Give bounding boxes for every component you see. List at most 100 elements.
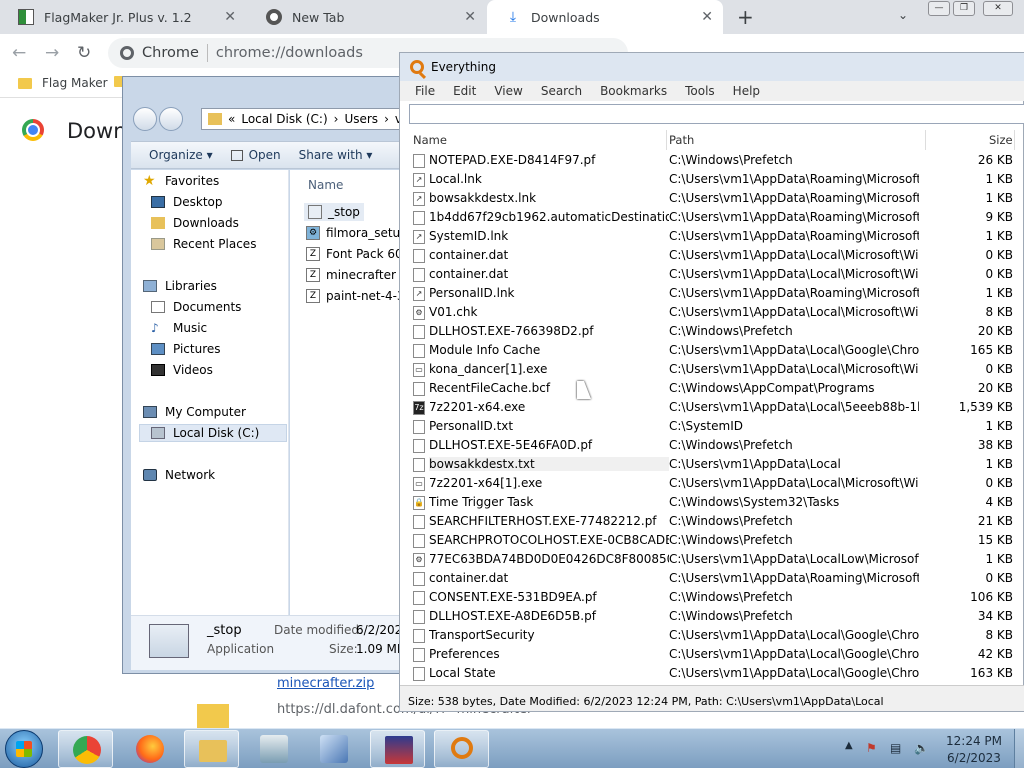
close-icon[interactable]: ✕ [224, 9, 236, 25]
action-center-flag-icon[interactable]: ⚑ [866, 741, 880, 755]
result-row[interactable]: DLLHOST.EXE-766398D2.pf C:\Windows\Prefet… [409, 322, 1024, 341]
start-button[interactable] [5, 730, 43, 768]
taskbar-installer[interactable] [246, 730, 301, 768]
result-row[interactable]: ▭ 7z2201-x64[1].exe C:\Users\vm1\AppData\L… [409, 474, 1024, 493]
maximize-button[interactable]: ❐ [953, 1, 975, 16]
breadcrumb-users[interactable]: Users [344, 112, 378, 126]
breadcrumb-overflow[interactable]: « [228, 112, 235, 126]
nav-libraries[interactable]: Libraries [143, 277, 217, 295]
taskbar-explorer[interactable] [184, 730, 239, 768]
result-name: NOTEPAD.EXE-D8414F97.pf [429, 153, 596, 167]
show-hidden-icons-icon[interactable]: ▲ [845, 740, 853, 751]
result-row[interactable]: SEARCHPROTOCOLHOST.EXE-0CB8CADE... C:\Win… [409, 531, 1024, 550]
tab-flagmaker[interactable]: FlagMaker Jr. Plus v. 1.2 ✕ [0, 0, 246, 34]
nav-documents[interactable]: Documents [151, 298, 241, 316]
tab-new-tab[interactable]: New Tab ✕ [248, 0, 486, 34]
result-row[interactable]: 7z 7z2201-x64.exe C:\Users\vm1\AppData\Loc… [409, 398, 1024, 417]
file-item[interactable]: _stop [304, 203, 364, 221]
back-icon[interactable]: ← [12, 43, 26, 63]
result-row[interactable]: ↗ PersonalID.lnk C:\Users\vm1\AppData\Roam… [409, 284, 1024, 303]
result-row[interactable]: container.dat C:\Users\vm1\AppData\Roamin… [409, 569, 1024, 588]
menu-help[interactable]: Help [733, 84, 760, 98]
tab-downloads[interactable]: ⤓ Downloads ✕ [487, 0, 723, 34]
file-item[interactable]: ⚙ filmora_setup [306, 224, 408, 242]
nav-favorites[interactable]: ★ Favorites [143, 172, 219, 190]
result-row[interactable]: 1b4dd67f29cb1962.automaticDestinations..… [409, 208, 1024, 227]
breadcrumb-local-disk[interactable]: Local Disk (C:) [241, 112, 327, 126]
explorer-address-bar[interactable]: « Local Disk (C:) › Users › vm [201, 108, 431, 130]
nav-recent-places[interactable]: Recent Places [151, 235, 256, 253]
nav-videos[interactable]: Videos [151, 361, 213, 379]
result-name: Time Trigger Task [429, 495, 534, 509]
clock-date[interactable]: 6/2/2023 [944, 751, 1004, 765]
result-row[interactable]: DLLHOST.EXE-A8DE6D5B.pf C:\Windows\Prefet… [409, 607, 1024, 626]
result-row[interactable]: ↗ SystemID.lnk C:\Users\vm1\AppData\Roamin… [409, 227, 1024, 246]
nav-pictures[interactable]: Pictures [151, 340, 221, 358]
result-row[interactable]: CONSENT.EXE-531BD9EA.pf C:\Windows\Prefet… [409, 588, 1024, 607]
result-row[interactable]: ▭ kona_dancer[1].exe C:\Users\vm1\AppData\… [409, 360, 1024, 379]
result-row[interactable]: RecentFileCache.bcf C:\Windows\AppCompat\… [409, 379, 1024, 398]
result-row[interactable]: container.dat C:\Users\vm1\AppData\Local\… [409, 265, 1024, 284]
tab-search-chevron-icon[interactable]: ⌄ [898, 8, 908, 22]
result-row[interactable]: TransportSecurity C:\Users\vm1\AppData\Lo… [409, 626, 1024, 645]
nav-my-computer[interactable]: My Computer [143, 403, 246, 421]
organize-button[interactable]: Organize ▾ [149, 148, 213, 162]
taskbar-flagmaker[interactable] [370, 730, 425, 768]
download-file-link[interactable]: minecrafter.zip [277, 676, 374, 691]
result-row[interactable]: ↗ Local.lnk C:\Users\vm1\AppData\Roaming\M… [409, 170, 1024, 189]
nav-music[interactable]: ♪ Music [151, 319, 207, 337]
magnifier-icon [451, 737, 473, 759]
search-input[interactable] [409, 104, 1024, 124]
result-row[interactable]: PersonalID.txt C:\SystemID 1 KB [409, 417, 1024, 436]
menu-edit[interactable]: Edit [453, 84, 476, 98]
close-icon[interactable]: ✕ [701, 9, 713, 25]
network-icon[interactable]: ▤ [890, 741, 904, 755]
show-desktop-button[interactable] [1014, 729, 1024, 768]
menu-file[interactable]: File [415, 84, 435, 98]
result-row[interactable]: DLLHOST.EXE-5E46FA0D.pf C:\Windows\Prefet… [409, 436, 1024, 455]
close-window-button[interactable]: ✕ [983, 1, 1013, 16]
result-row[interactable]: 🔒 Time Trigger Task C:\Windows\System32\Ta… [409, 493, 1024, 512]
column-header-name[interactable]: Name [413, 133, 447, 147]
nav-downloads[interactable]: Downloads [151, 214, 239, 232]
menu-view[interactable]: View [494, 84, 522, 98]
result-row[interactable]: Module Info Cache C:\Users\vm1\AppData\Lo… [409, 341, 1024, 360]
taskbar-everything[interactable] [434, 730, 489, 768]
file-item[interactable]: Zpaint-net-4-3 [306, 287, 405, 305]
volume-muted-icon[interactable]: 🔈 [914, 741, 929, 755]
menu-tools[interactable]: Tools [685, 84, 715, 98]
result-row[interactable]: Preferences C:\Users\vm1\AppData\Local\Go… [409, 645, 1024, 664]
taskbar-chrome[interactable] [58, 730, 113, 768]
open-button[interactable]: Open [230, 148, 281, 162]
result-row[interactable]: NOTEPAD.EXE-D8414F97.pf C:\Windows\Prefet… [409, 151, 1024, 170]
new-tab-button[interactable]: + [737, 5, 754, 29]
result-row[interactable]: ⚙ V01.chk C:\Users\vm1\AppData\Local\Micro… [409, 303, 1024, 322]
result-row[interactable]: ⚙ 77EC63BDA74BD0D0E0426DC8F8008506 C:\User… [409, 550, 1024, 569]
result-row[interactable]: container.dat C:\Users\vm1\AppData\Local\… [409, 246, 1024, 265]
menu-bookmarks[interactable]: Bookmarks [600, 84, 667, 98]
clock-time[interactable]: 12:24 PM [944, 734, 1004, 748]
reload-icon[interactable]: ↻ [77, 43, 91, 63]
taskbar-fonts[interactable] [306, 730, 361, 768]
back-button[interactable] [133, 107, 157, 131]
menu-search[interactable]: Search [541, 84, 582, 98]
result-row[interactable]: ↗ bowsakkdestx.lnk C:\Users\vm1\AppData\Ro… [409, 189, 1024, 208]
nav-local-disk[interactable]: Local Disk (C:) [139, 424, 287, 442]
column-header-path[interactable]: Path [669, 133, 694, 147]
result-row[interactable]: bowsakkdestx.txt C:\Users\vm1\AppData\Loc… [409, 455, 1024, 474]
column-header-size[interactable]: Size [989, 133, 1013, 147]
forward-button[interactable] [159, 107, 183, 131]
column-header-name[interactable]: Name [308, 178, 343, 192]
file-item[interactable]: Zminecrafter [306, 266, 396, 284]
minimize-button[interactable]: — [928, 1, 950, 16]
result-row[interactable]: Local State C:\Users\vm1\AppData\Local\Go… [409, 664, 1024, 683]
nav-network[interactable]: Network [143, 466, 215, 484]
forward-icon[interactable]: → [45, 43, 59, 63]
bookmark-flag-maker[interactable]: Flag Maker [18, 76, 108, 90]
share-with-button[interactable]: Share with ▾ [299, 148, 373, 162]
result-row[interactable]: SEARCHFILTERHOST.EXE-77482212.pf C:\Windo… [409, 512, 1024, 531]
file-item[interactable]: Z Font Pack 600 [306, 245, 410, 263]
nav-desktop[interactable]: Desktop [151, 193, 223, 211]
taskbar-firefox[interactable] [122, 730, 177, 768]
close-icon[interactable]: ✕ [464, 9, 476, 25]
